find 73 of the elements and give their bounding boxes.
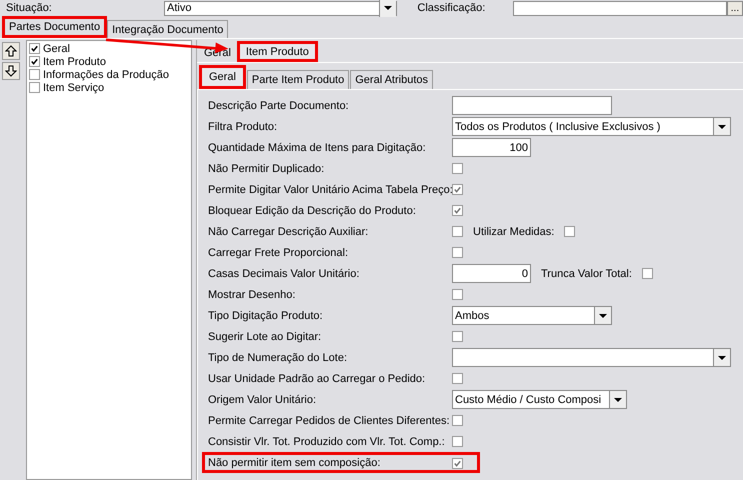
- field-label: Casas Decimais Valor Unitário:: [208, 268, 360, 280]
- field-value: Custo Médio / Custo Composi: [455, 394, 602, 406]
- dropdown-button[interactable]: [379, 0, 396, 16]
- field-label: Trunca Valor Total:: [541, 268, 632, 280]
- move-up-button[interactable]: [2, 42, 20, 60]
- field-label: Tipo Digitação Produto:: [208, 310, 324, 322]
- select-field[interactable]: Todos os Produtos ( Inclusive Exclusivos ): [452, 117, 731, 136]
- field-label: Classificação:: [417, 2, 486, 14]
- checkbox[interactable]: [452, 247, 463, 258]
- checkbox[interactable]: [29, 43, 40, 54]
- arrow-down-icon: [5, 65, 17, 77]
- checkbox[interactable]: [452, 184, 463, 195]
- dropdown-button[interactable]: [594, 307, 611, 324]
- tab[interactable]: Integração Documento: [107, 20, 228, 38]
- number-field[interactable]: 100: [452, 138, 531, 157]
- field-value: Ambos: [455, 310, 490, 322]
- select-field[interactable]: Custo Médio / Custo Composi: [452, 390, 627, 409]
- field-label: Usar Unidade Padrão ao Carregar o Pedido:: [208, 372, 426, 384]
- checkbox[interactable]: [452, 373, 463, 384]
- field-label: Bloquear Edição da Descrição do Produto:: [208, 204, 417, 216]
- checkbox[interactable]: [452, 289, 463, 300]
- checkbox[interactable]: [29, 56, 40, 67]
- checkbox[interactable]: [452, 226, 463, 237]
- select-field[interactable]: [452, 348, 731, 367]
- field-label: Tipo de Numeração do Lote:: [208, 352, 348, 364]
- checkbox[interactable]: [452, 163, 463, 174]
- field-label: Mostrar Desenho:: [208, 288, 296, 300]
- dropdown-button[interactable]: [713, 349, 730, 366]
- checkbox[interactable]: [452, 205, 463, 216]
- field-label: Descrição Parte Documento:: [208, 100, 350, 112]
- field-label: Situação:: [6, 2, 53, 14]
- select-field[interactable]: Ambos: [452, 306, 612, 325]
- checkbox[interactable]: [452, 331, 463, 342]
- checkbox[interactable]: [29, 82, 40, 93]
- field-label: Carregar Frete Proporcional:: [208, 246, 350, 258]
- move-down-button[interactable]: [2, 62, 20, 80]
- tab[interactable]: Geral: [199, 65, 246, 89]
- field-label: Permite Carregar Pedidos de Clientes Diferentes:: [208, 414, 451, 426]
- field-label: Quantidade Máxima de Itens para Digitação:: [208, 142, 427, 154]
- tab[interactable]: Item Produto: [236, 41, 318, 62]
- field-label: Não permitir item sem composição:: [208, 457, 382, 469]
- tab[interactable]: Geral Atributos: [350, 70, 433, 89]
- dropdown-button[interactable]: [713, 118, 730, 135]
- field-label: Permite Digitar Valor Unitário Acima Tabela Preço:: [208, 184, 452, 196]
- checkbox[interactable]: [29, 69, 40, 80]
- select-field[interactable]: Ativo: [164, 0, 398, 16]
- checkbox[interactable]: [452, 436, 463, 447]
- tab[interactable]: Partes Documento: [2, 16, 108, 38]
- list-item[interactable]: Geral: [43, 42, 70, 54]
- field-label: Consistir Vlr. Tot. Produzido com Vlr. Tot. Comp.:: [208, 436, 446, 448]
- checkbox[interactable]: [452, 458, 463, 468]
- caret-icon: [383, 3, 394, 13]
- text-field[interactable]: [452, 96, 612, 115]
- number-field[interactable]: 0: [452, 264, 531, 283]
- list-item[interactable]: Item Serviço: [43, 82, 104, 94]
- checkbox[interactable]: [564, 226, 576, 237]
- field-label: Utilizar Medidas:: [473, 226, 554, 238]
- field-value: Todos os Produtos ( Inclusive Exclusivos ): [455, 120, 662, 132]
- list-item[interactable]: Item Produto: [43, 56, 106, 68]
- list-item[interactable]: Informações da Produção: [43, 68, 169, 80]
- dropdown-button[interactable]: [609, 391, 626, 408]
- field-label: Filtra Produto:: [208, 120, 278, 132]
- field-label: Origem Valor Unitário:: [208, 394, 317, 406]
- field-label: Sugerir Lote ao Digitar:: [208, 330, 322, 342]
- field-value: Ativo: [166, 2, 192, 14]
- field-label: Não Permitir Duplicado:: [208, 162, 326, 174]
- lookup-button[interactable]: ...: [726, 0, 743, 16]
- checkbox[interactable]: [452, 415, 463, 426]
- arrow-up-icon: [5, 45, 17, 57]
- field-label: Não Carregar Descrição Auxiliar:: [208, 226, 370, 238]
- checkbox[interactable]: [642, 268, 653, 279]
- lookup-field[interactable]: [513, 0, 727, 16]
- tab[interactable]: Parte Item Produto: [246, 70, 350, 89]
